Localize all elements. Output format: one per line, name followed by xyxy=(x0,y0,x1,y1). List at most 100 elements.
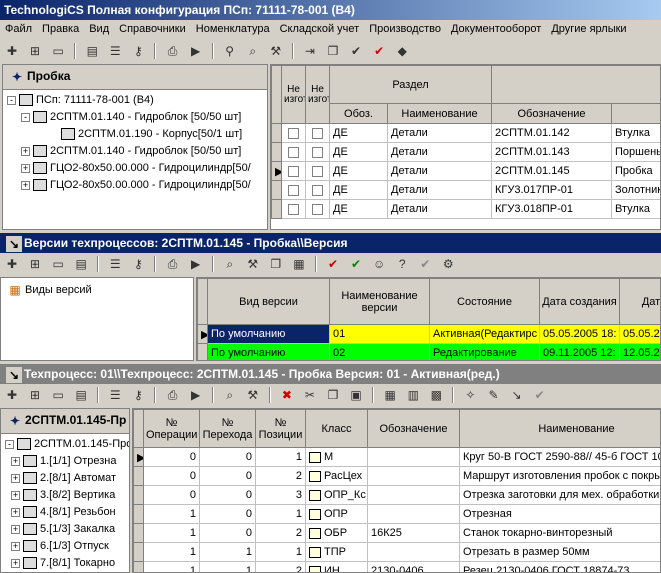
run-icon[interactable]: ▶ xyxy=(188,43,204,59)
collapse-icon[interactable]: - xyxy=(21,112,30,122)
expand-icon[interactable]: + xyxy=(21,163,30,173)
open-icon[interactable]: ▭ xyxy=(50,43,66,59)
row-checkbox[interactable] xyxy=(312,184,323,196)
pen-icon[interactable]: ✎ xyxy=(486,387,502,403)
move-icon[interactable]: ⇥ xyxy=(302,43,318,59)
table-row[interactable]: ▶001МКруг 50-В ГОСТ 2590-88// 45-б ГОСТ … xyxy=(133,447,660,467)
expand-icon[interactable]: + xyxy=(11,473,20,483)
grid-icon[interactable]: ▩ xyxy=(428,387,444,403)
open-icon[interactable]: ▭ xyxy=(50,256,66,272)
calc-icon[interactable]: ▦ xyxy=(382,387,398,403)
new-icon[interactable]: ✚ xyxy=(4,387,20,403)
table-row[interactable]: 1 1 2 ИН 2130-0406 Резец 2130-0406 ГОСТ 18874… xyxy=(133,561,660,572)
document-icon[interactable]: ▤ xyxy=(73,256,89,272)
action-icon[interactable]: ◆ xyxy=(394,43,410,59)
table-row[interactable]: ▶ ДЕДетали2СПТМ.01.145Пробка xyxy=(271,161,660,181)
expand-icon[interactable]: + xyxy=(11,490,20,500)
menu-item[interactable]: Правка xyxy=(37,20,84,38)
add-icon[interactable]: ⊞ xyxy=(27,256,43,272)
filter-icon[interactable]: ⚲ xyxy=(222,43,238,59)
expand-icon[interactable]: + xyxy=(21,146,30,156)
version-col-header[interactable]: Состояние xyxy=(429,278,540,325)
list-icon[interactable]: ☰ xyxy=(107,43,123,59)
expand-icon[interactable]: + xyxy=(11,456,20,466)
paste-icon[interactable]: ▣ xyxy=(348,387,364,403)
collapse-icon[interactable]: - xyxy=(7,95,16,105)
menu-item[interactable]: Документооборот xyxy=(446,20,546,38)
process-col-header[interactable]: № Операции xyxy=(143,409,200,448)
process-col-header[interactable]: Наименование xyxy=(459,409,660,448)
list-icon[interactable]: ☰ xyxy=(107,256,123,272)
menu-item[interactable]: Справочники xyxy=(114,20,191,38)
menu-item[interactable]: Другие ярлыки xyxy=(546,20,631,38)
tree-node[interactable]: +7.[8/1] Токарно xyxy=(5,555,129,572)
table-row[interactable]: По умолчанию 02 Редактирование 09.11.2005 1… xyxy=(197,343,660,360)
process-col-header[interactable]: Обозначение xyxy=(367,409,460,448)
tree-node[interactable]: +2.[8/1] Автомат xyxy=(5,470,129,487)
copy-icon[interactable]: ❐ xyxy=(268,256,284,272)
table-row[interactable]: 1 0 2 ОБР 16К25 Станок токарно-винторезный xyxy=(133,523,660,543)
tree-node[interactable]: + ГЦО2-80х50.00.000 - Гидроцилиндр[50/ xyxy=(7,177,267,194)
approve-icon[interactable]: ✔ xyxy=(348,256,364,272)
tree-node[interactable]: +2СПТМ.01.140 - Гидроблок [50/50 шт] xyxy=(7,143,267,160)
process-col-header[interactable]: Класс xyxy=(305,409,368,448)
nav-icon[interactable]: ✦ xyxy=(7,413,23,429)
list-icon[interactable]: ☰ xyxy=(107,387,123,403)
tree-node[interactable]: +6.[1/3] Отпуск xyxy=(5,538,129,555)
find-icon[interactable]: ⌕ xyxy=(222,387,238,403)
wand-icon[interactable]: ✧ xyxy=(462,387,478,403)
tree-node[interactable]: +5.[1/3] Закалка xyxy=(5,521,129,538)
tree-node[interactable]: - 2СПТМ.01.145-Проц xyxy=(5,436,129,453)
expand-icon[interactable]: + xyxy=(11,507,20,517)
tree-node[interactable]: + ГЦО2-80х50.00.000 - Гидроцилиндр[50/ xyxy=(7,160,267,177)
print-icon[interactable]: ⎙ xyxy=(165,43,181,59)
tree-node[interactable]: +1.[1/1] Отрезна xyxy=(5,453,129,470)
copy-icon[interactable]: ❐ xyxy=(325,387,341,403)
abbr-header[interactable]: Обоз. xyxy=(329,103,388,124)
collapse-icon[interactable]: - xyxy=(5,439,14,449)
key-icon[interactable]: ⚷ xyxy=(130,256,146,272)
row-checkbox[interactable] xyxy=(312,146,323,158)
menu-item[interactable]: Номенклатура xyxy=(191,20,275,38)
arrow-icon[interactable]: ↘ xyxy=(509,387,525,403)
version-col-header[interactable]: Вид версии xyxy=(207,278,330,325)
menu-item[interactable]: Производство xyxy=(364,20,446,38)
print-icon[interactable]: ⎙ xyxy=(165,387,181,403)
print-icon[interactable]: ⎙ xyxy=(165,256,181,272)
version-col-header[interactable]: Наименование версии xyxy=(329,278,430,325)
settings-icon[interactable]: ⚙ xyxy=(440,256,456,272)
check-icon[interactable]: ✔ xyxy=(325,256,341,272)
table-row[interactable]: 1 1 1 ТПР Отрезать в размер 50мм xyxy=(133,542,660,562)
row-checkbox[interactable] xyxy=(288,146,299,158)
copy-icon[interactable]: ❐ xyxy=(325,43,341,59)
expand-icon[interactable]: + xyxy=(21,180,30,190)
table-row[interactable]: ДЕ Детали КГУ3.017ПР-01 Золотник xyxy=(271,180,660,200)
version-kinds-item[interactable]: ▦ Виды версий xyxy=(1,278,193,302)
row-checkbox[interactable] xyxy=(288,203,299,215)
not-made-header[interactable]: Не изготовл xyxy=(281,65,306,124)
table-row[interactable]: ▶По умолчанию01Активная(Редактирс05.05.2… xyxy=(197,324,660,344)
table-row[interactable]: 1 0 1 ОПР Отрезная xyxy=(133,504,660,524)
tree-node[interactable]: +4.[8/1] Резьбон xyxy=(5,504,129,521)
nav-icon[interactable]: ✦ xyxy=(9,69,25,85)
expand-icon[interactable]: + xyxy=(11,558,20,568)
key-icon[interactable]: ⚷ xyxy=(130,43,146,59)
version-col-header[interactable]: Дата создания xyxy=(539,278,620,325)
menu-item[interactable]: Файл xyxy=(0,20,37,38)
approve-icon[interactable]: ✔ xyxy=(348,43,364,59)
expand-icon[interactable]: + xyxy=(11,541,20,551)
table-row[interactable]: 0 0 3 ОПР_Кс Отрезка заготовки для мех. обра… xyxy=(133,485,660,505)
process-col-header[interactable]: № Перехода xyxy=(199,409,256,448)
table-row[interactable]: ДЕ Детали 2СПТМ.01.143 Поршень xyxy=(271,142,660,162)
table-icon[interactable]: ▥ xyxy=(405,387,421,403)
calc-icon[interactable]: ▦ xyxy=(291,256,307,272)
delete-icon[interactable]: ✖ xyxy=(279,387,295,403)
new-icon[interactable]: ✚ xyxy=(4,43,20,59)
cut-icon[interactable]: ✂ xyxy=(302,387,318,403)
tools-icon[interactable]: ⚒ xyxy=(245,387,261,403)
designation-header[interactable]: Обозначение xyxy=(491,103,613,124)
document-icon[interactable]: ▤ xyxy=(84,43,100,59)
find-icon[interactable]: ⌕ xyxy=(222,256,238,272)
resize-icon[interactable]: ↘ xyxy=(6,367,22,383)
table-row[interactable]: ДЕ Детали КГУ3.018ПР-01 Втулка xyxy=(271,199,660,219)
